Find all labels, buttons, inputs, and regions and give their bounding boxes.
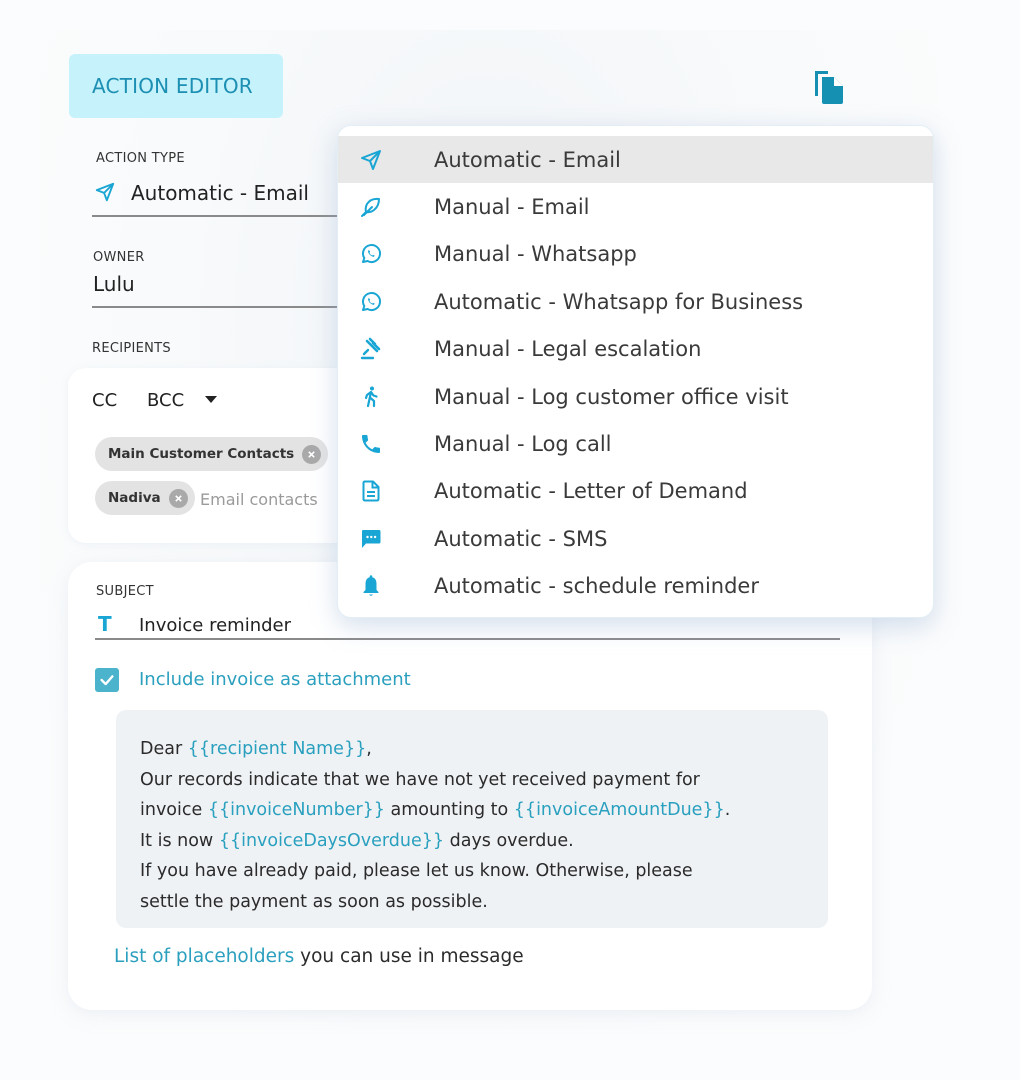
- message-line: settle the payment as soon as possible.: [140, 891, 488, 912]
- whatsapp-icon: [338, 290, 434, 314]
- subject-value: Invoice reminder: [139, 615, 291, 636]
- owner-underline: [92, 306, 337, 308]
- dropdown-item-label: Automatic - Letter of Demand: [434, 479, 748, 504]
- dropdown-item-automatic-sms[interactable]: Automatic - SMS: [338, 515, 933, 562]
- dropdown-item-label: Manual - Legal escalation: [434, 337, 702, 362]
- dropdown-item-label: Automatic - Email: [434, 147, 621, 172]
- action-type-select[interactable]: Automatic - Email: [92, 178, 337, 216]
- feather-icon: [338, 195, 434, 219]
- placeholder-token: {{recipient Name}}: [187, 739, 367, 759]
- dropdown-item-automatic-letter-of-demand[interactable]: Automatic - Letter of Demand: [338, 468, 933, 515]
- chat-bubble-icon: [338, 527, 434, 551]
- message-line: Dear {{recipient Name}},: [140, 739, 372, 759]
- dropdown-item-automatic-schedule-reminder[interactable]: Automatic - schedule reminder: [338, 563, 933, 610]
- subject-underline: [95, 638, 840, 640]
- header-title: ACTION EDITOR: [92, 74, 253, 98]
- dropdown-item-label: Manual - Log call: [434, 432, 612, 457]
- dropdown-item-label: Automatic - Whatsapp for Business: [434, 289, 804, 314]
- message-line: invoice {{invoiceNumber}} amounting to {…: [140, 800, 731, 820]
- action-editor-header: ACTION EDITOR: [69, 54, 283, 118]
- recipients-label: RECIPIENTS: [92, 341, 171, 356]
- gavel-icon: [338, 337, 434, 361]
- copy-document-icon[interactable]: [812, 68, 846, 106]
- dropdown-item-label: Manual - Email: [434, 195, 590, 220]
- chip-label: Nadiva: [108, 490, 161, 506]
- message-line: If you have already paid, please let us …: [140, 861, 693, 881]
- phone-icon: [338, 432, 434, 456]
- placeholders-hint-text: you can use in message: [294, 946, 524, 967]
- subject-label: SUBJECT: [96, 584, 154, 599]
- message-body[interactable]: Dear {{recipient Name}}, Our records ind…: [116, 710, 828, 928]
- owner-field[interactable]: Lulu: [92, 270, 337, 306]
- send-icon: [338, 148, 434, 172]
- dropdown-item-manual-whatsapp[interactable]: Manual - Whatsapp: [338, 231, 933, 278]
- recipient-chip: Nadiva: [95, 481, 195, 515]
- bell-icon: [338, 574, 434, 598]
- document-icon: [338, 479, 434, 503]
- dropdown-item-label: Manual - Log customer office visit: [434, 384, 789, 409]
- send-icon: [94, 181, 116, 207]
- action-type-dropdown-menu: Automatic - Email Manual - Email Manual …: [337, 125, 934, 618]
- dropdown-item-label: Automatic - schedule reminder: [434, 574, 759, 599]
- action-type-underline: [92, 215, 337, 217]
- action-type-label: ACTION TYPE: [96, 151, 185, 166]
- text-format-icon: T: [98, 612, 112, 636]
- dropdown-item-manual-email[interactable]: Manual - Email: [338, 183, 933, 230]
- bcc-toggle[interactable]: BCC: [147, 390, 184, 411]
- owner-label: OWNER: [93, 250, 145, 265]
- list-of-placeholders-link[interactable]: List of placeholders: [114, 946, 294, 967]
- include-attachment-checkbox[interactable]: [95, 668, 119, 692]
- recipient-chip: Main Customer Contacts: [95, 437, 329, 471]
- remove-chip-icon[interactable]: [168, 488, 188, 508]
- dropdown-item-manual-log-call[interactable]: Manual - Log call: [338, 420, 933, 467]
- owner-value: Lulu: [93, 272, 135, 296]
- message-line: It is now {{invoiceDaysOverdue}} days ov…: [140, 830, 574, 851]
- dropdown-item-label: Manual - Whatsapp: [434, 242, 637, 267]
- remove-chip-icon[interactable]: [302, 444, 322, 464]
- placeholder-token: {{invoiceDaysOverdue}}: [218, 830, 445, 851]
- placeholders-hint: List of placeholders you can use in mess…: [114, 946, 524, 967]
- chip-label: Main Customer Contacts: [108, 446, 295, 462]
- dropdown-item-automatic-whatsapp-business[interactable]: Automatic - Whatsapp for Business: [338, 278, 933, 325]
- dropdown-item-manual-office-visit[interactable]: Manual - Log customer office visit: [338, 373, 933, 420]
- message-line: Our records indicate that we have not ye…: [140, 769, 700, 790]
- walking-person-icon: [338, 385, 434, 409]
- cc-toggle[interactable]: CC: [92, 390, 117, 411]
- dropdown-item-manual-legal-escalation[interactable]: Manual - Legal escalation: [338, 326, 933, 373]
- whatsapp-icon: [338, 242, 434, 266]
- include-attachment-label[interactable]: Include invoice as attachment: [139, 669, 411, 690]
- action-type-value: Automatic - Email: [131, 181, 309, 205]
- placeholder-token: {{invoiceAmountDue}}: [513, 800, 725, 820]
- dropdown-item-label: Automatic - SMS: [434, 526, 608, 551]
- email-contacts-input[interactable]: [200, 490, 330, 509]
- caret-down-icon[interactable]: [205, 396, 217, 403]
- dropdown-item-automatic-email[interactable]: Automatic - Email: [338, 136, 933, 184]
- placeholder-token: {{invoiceNumber}}: [207, 800, 385, 820]
